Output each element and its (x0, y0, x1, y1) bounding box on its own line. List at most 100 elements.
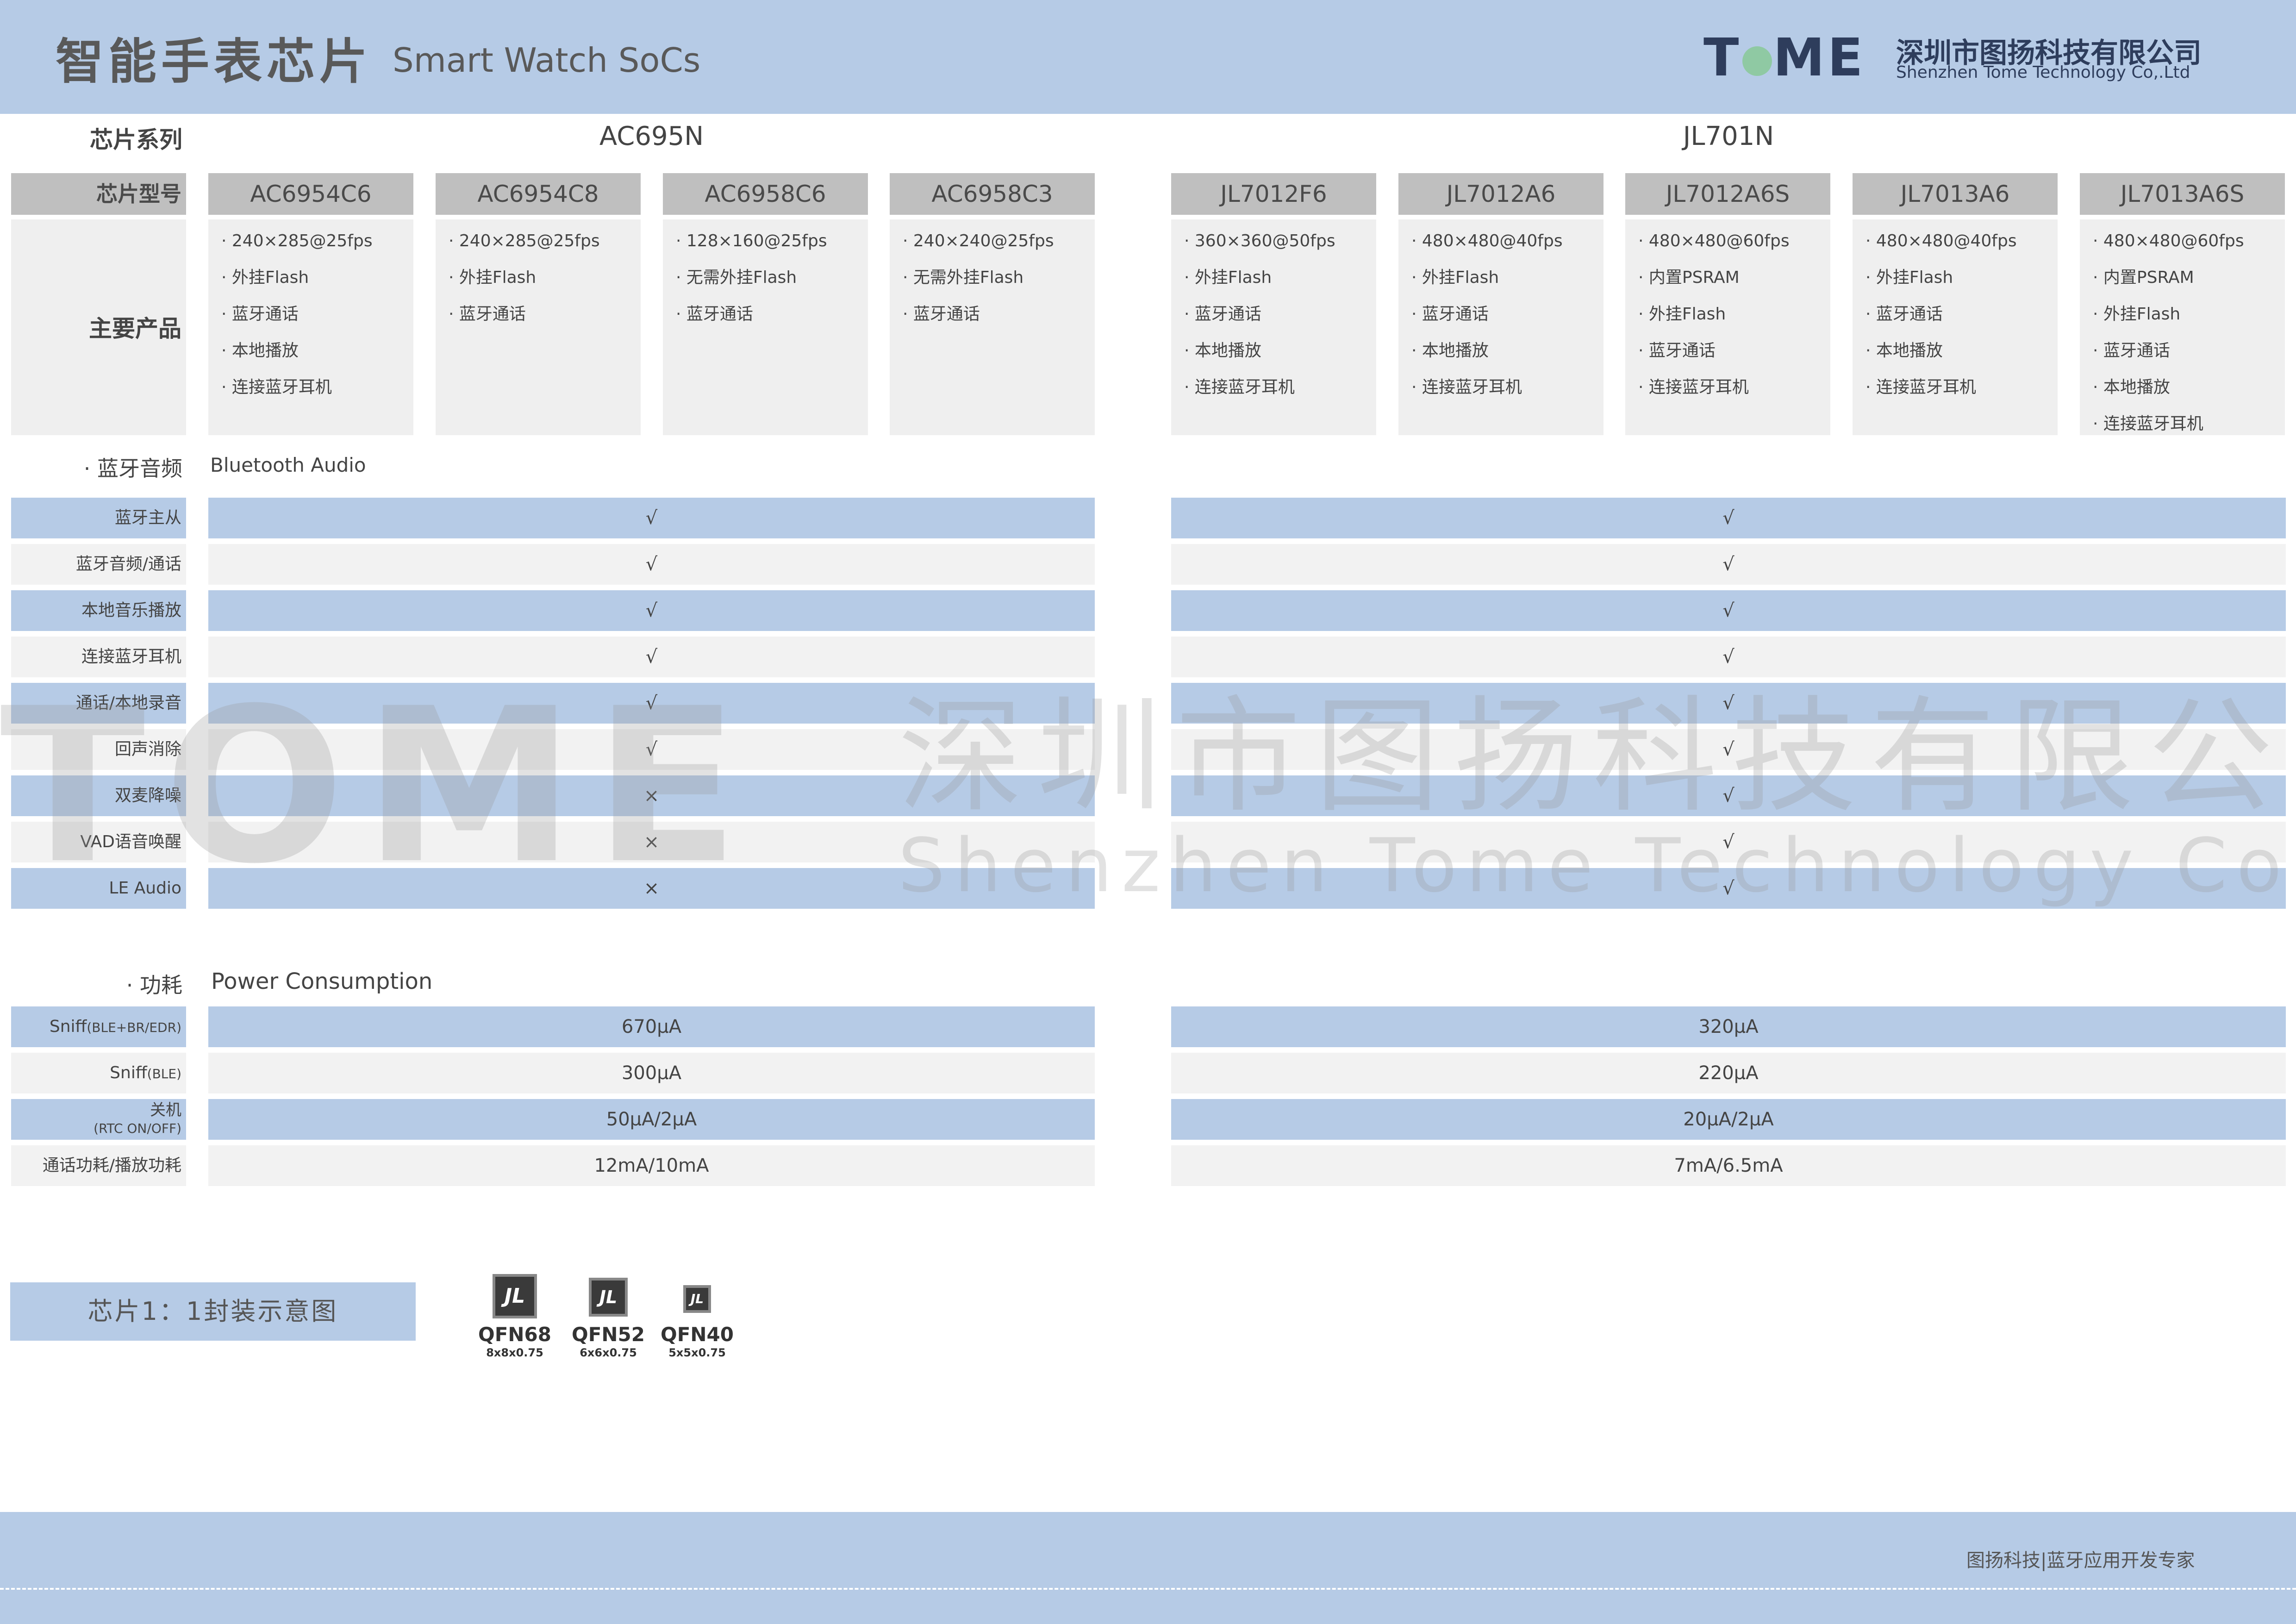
product-item: 240×285@25fps (449, 230, 641, 266)
chip-icon: JL (683, 1285, 711, 1313)
product-item: 外挂Flash (221, 266, 413, 303)
bluetooth-cell-jl701n: √ (1171, 637, 2286, 677)
model-header: JL7012A6S (1625, 173, 1830, 215)
product-item: 128×160@25fps (676, 230, 868, 266)
power-row-label: Sniff(BLE) (11, 1053, 186, 1093)
product-item: 蓝牙通话 (1638, 339, 1830, 376)
product-item: 外挂Flash (449, 266, 641, 303)
package-name: QFN40 (661, 1323, 734, 1346)
product-item: 连接蓝牙耳机 (221, 376, 413, 412)
bluetooth-section-title: · 蓝牙音频 (83, 456, 182, 481)
package-dim: 6x6x0.75 (580, 1346, 637, 1359)
product-item: 外挂Flash (1184, 266, 1376, 303)
series-name-ac695n: AC695N (599, 121, 704, 151)
product-item: 480×480@60fps (2093, 230, 2285, 266)
power-cell-ac695n: 300μA (208, 1053, 1095, 1093)
product-item: 连接蓝牙耳机 (2093, 412, 2285, 449)
power-row-label: 通话功耗/播放功耗 (11, 1145, 186, 1186)
product-item: 240×240@25fps (903, 230, 1095, 266)
product-list: 240×240@25fps 无需外挂Flash 蓝牙通话 (890, 219, 1095, 435)
bluetooth-title-cn: 蓝牙音频 (97, 456, 182, 481)
product-item: 连接蓝牙耳机 (1411, 376, 1603, 412)
power-label-main: Sniff (110, 1063, 147, 1082)
product-list: 480×480@60fps 内置PSRAM 外挂Flash 蓝牙通话 本地播放 … (2080, 219, 2285, 435)
power-label-main: 关机 (150, 1101, 181, 1119)
bluetooth-cell-jl701n: √ (1171, 544, 2286, 585)
footer-slogan: 图扬科技|蓝牙应用开发专家 (1966, 1550, 2195, 1571)
product-item: 480×480@60fps (1638, 230, 1830, 266)
model-header: JL7012F6 (1171, 173, 1376, 215)
product-item: 蓝牙通话 (449, 303, 641, 339)
chip-icon: JL (589, 1278, 628, 1317)
product-item: 外挂Flash (1638, 303, 1830, 339)
company-logo: T ME (1703, 28, 1866, 88)
model-header: JL7012A6 (1398, 173, 1603, 215)
product-item: 本地播放 (1411, 339, 1603, 376)
product-item: 内置PSRAM (1638, 266, 1830, 303)
power-section-title: · 功耗 (126, 973, 182, 998)
power-row-label: 关机 (RTC ON/OFF) (11, 1099, 186, 1140)
product-list: 360×360@50fps 外挂Flash 蓝牙通话 本地播放 连接蓝牙耳机 (1171, 219, 1376, 435)
watermark-company-en: Shenzhen Tome Technology Co,.Ltd (898, 822, 2296, 909)
power-cell-jl701n: 20μA/2μA (1171, 1099, 2286, 1140)
product-list: 240×285@25fps 外挂Flash 蓝牙通话 (436, 219, 641, 435)
power-cell-ac695n: 50μA/2μA (208, 1099, 1095, 1140)
product-list: 480×480@60fps 内置PSRAM 外挂Flash 蓝牙通话 连接蓝牙耳… (1625, 219, 1830, 435)
product-item: 外挂Flash (1866, 266, 2058, 303)
power-title-cn: 功耗 (140, 973, 182, 998)
product-item: 360×360@50fps (1184, 230, 1376, 266)
bluetooth-row-label: 本地音乐播放 (11, 590, 186, 631)
product-list: 480×480@40fps 外挂Flash 蓝牙通话 本地播放 连接蓝牙耳机 (1853, 219, 2058, 435)
power-cell-jl701n: 7mA/6.5mA (1171, 1145, 2286, 1186)
power-cell-jl701n: 220μA (1171, 1053, 2286, 1093)
logo-leaf-icon (1742, 46, 1772, 76)
model-header: JL7013A6S (2080, 173, 2285, 215)
product-item: 本地播放 (221, 339, 413, 376)
watermark-logo: TOME (0, 663, 758, 911)
product-item: 蓝牙通话 (1184, 303, 1376, 339)
product-item: 本地播放 (1184, 339, 1376, 376)
series-label: 芯片系列 (90, 126, 182, 153)
product-item: 连接蓝牙耳机 (1866, 376, 2058, 412)
bluetooth-cell-jl701n: √ (1171, 498, 2286, 538)
product-item: 连接蓝牙耳机 (1184, 376, 1376, 412)
logo-text-left: T (1703, 28, 1742, 88)
product-item: 本地播放 (1866, 339, 2058, 376)
bluetooth-row-label: 蓝牙主从 (11, 498, 186, 538)
watermark-company-cn: 深圳市图扬科技有限公司 (898, 684, 2296, 830)
package-dim: 8x8x0.75 (486, 1346, 543, 1359)
product-item: 无需外挂Flash (676, 266, 868, 303)
model-header: AC6954C6 (208, 173, 413, 215)
product-item: 240×285@25fps (221, 230, 413, 266)
package-dim: 5x5x0.75 (668, 1346, 726, 1359)
footer-band (0, 1512, 2296, 1624)
power-label-main: Sniff (49, 1017, 87, 1036)
power-row-label: Sniff(BLE+BR/EDR) (11, 1006, 186, 1047)
power-label-sub: (BLE+BR/EDR) (87, 1020, 181, 1035)
bluetooth-cell-ac695n: √ (208, 544, 1095, 585)
bluetooth-cell-ac695n: √ (208, 590, 1095, 631)
logo-text-right: ME (1773, 28, 1866, 88)
model-header: AC6958C3 (890, 173, 1095, 215)
model-header: JL7013A6 (1853, 173, 2058, 215)
bluetooth-section-subtitle: Bluetooth Audio (210, 454, 366, 476)
product-label-cell: 主要产品 (11, 219, 186, 435)
product-list: 480×480@40fps 外挂Flash 蓝牙通话 本地播放 连接蓝牙耳机 (1398, 219, 1603, 435)
power-cell-ac695n: 12mA/10mA (208, 1145, 1095, 1186)
model-header: AC6958C6 (663, 173, 868, 215)
product-label: 主要产品 (89, 315, 181, 342)
series-name-jl701n: JL701N (1683, 121, 1774, 151)
product-item: 480×480@40fps (1411, 230, 1603, 266)
package-section-title: 芯片1：1封装示意图 (10, 1282, 416, 1341)
company-name-en: Shenzhen Tome Technology Co,.Ltd (1896, 63, 2190, 82)
product-item: 蓝牙通话 (221, 303, 413, 339)
package-name: QFN52 (572, 1323, 645, 1346)
product-item: 无需外挂Flash (903, 266, 1095, 303)
model-header: AC6954C8 (436, 173, 641, 215)
power-cell-ac695n: 670μA (208, 1006, 1095, 1047)
page-title: 智能手表芯片 (56, 33, 373, 90)
product-item: 蓝牙通话 (1411, 303, 1603, 339)
product-item: 外挂Flash (2093, 303, 2285, 339)
power-label-main: 通话功耗/播放功耗 (42, 1156, 181, 1175)
power-label-sub: (BLE) (147, 1066, 181, 1081)
